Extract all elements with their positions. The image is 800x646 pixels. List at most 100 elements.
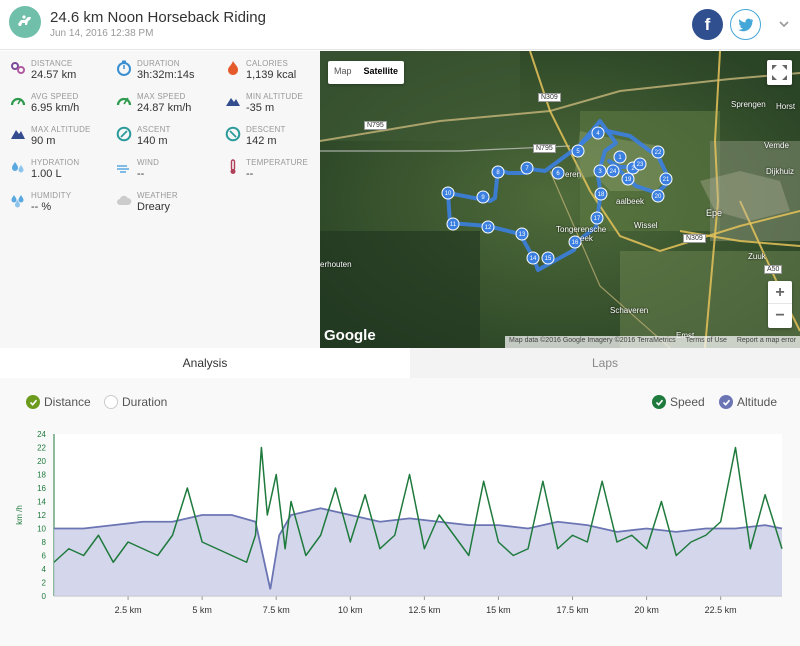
svg-text:17: 17 <box>594 216 601 222</box>
waypoint-marker[interactable]: 22 <box>651 145 665 159</box>
radio-empty-icon <box>104 395 118 409</box>
map-type-satellite-button[interactable]: Satellite <box>358 61 405 84</box>
cloud-icon <box>117 195 132 205</box>
svg-text:20: 20 <box>655 194 662 200</box>
wind-icon <box>117 165 129 173</box>
place-label: Dijkhuiz <box>766 167 795 176</box>
y-tick-label: 20 <box>37 457 46 466</box>
place-label: Schaveren <box>610 306 649 315</box>
road-label: A50 <box>764 265 783 274</box>
waypoint-marker[interactable]: 14 <box>526 251 540 265</box>
x-tick-label: 7.5 km <box>263 605 290 615</box>
waypoint-marker[interactable]: 5 <box>571 144 585 158</box>
zoom-in-button[interactable]: + <box>768 281 792 304</box>
waypoint-marker[interactable]: 9 <box>476 190 490 204</box>
stat-descent: Descent 142 m <box>225 125 325 155</box>
chevron-down-icon[interactable] <box>778 18 790 30</box>
route-map[interactable]: 1 2 3 4 5 6 7 8 9 10 11 12 13 14 15 16 1… <box>320 51 800 348</box>
speed-series-toggle[interactable]: Speed <box>652 395 705 409</box>
speedometer-icon <box>10 97 26 106</box>
stat-duration: Duration 3h:32m:14s <box>116 59 216 89</box>
x-tick-label: 12.5 km <box>408 605 440 615</box>
y-tick-label: 4 <box>42 565 47 574</box>
waypoint-marker[interactable]: 6 <box>551 166 565 180</box>
checkmark-icon <box>652 395 666 409</box>
checkmark-icon <box>719 395 733 409</box>
altitude-series-toggle[interactable]: Altitude <box>719 395 777 409</box>
waypoint-marker[interactable]: 18 <box>594 187 608 201</box>
speed-altitude-chart[interactable]: 024681012141618202224km /h2.5 km 5 km 7.5 … <box>0 426 800 636</box>
road-label: N309 <box>538 93 561 102</box>
x-mode-duration-toggle[interactable]: Duration <box>104 395 167 409</box>
road-label: N795 <box>364 121 387 130</box>
ascent-icon <box>116 126 132 142</box>
zoom-out-button[interactable]: − <box>768 304 792 327</box>
stat-calories: Calories 1,139 kcal <box>225 59 325 89</box>
place-label: Vemde <box>764 141 789 150</box>
report-map-error-link[interactable]: Report a map error <box>737 337 796 347</box>
waypoint-marker[interactable]: 12 <box>481 220 495 234</box>
analysis-tabs: Analysis Laps <box>0 348 800 378</box>
analysis-panel: Distance Duration Speed Altitude 0 2 4 6 8 10… <box>0 378 800 646</box>
waypoint-marker[interactable]: 21 <box>659 172 673 186</box>
map-type-map-button[interactable]: Map <box>328 61 358 84</box>
fullscreen-icon <box>772 65 787 80</box>
waypoint-marker[interactable]: 19 <box>621 172 635 186</box>
descent-icon <box>225 126 241 142</box>
facebook-share-button[interactable]: f <box>692 9 723 40</box>
svg-text:10: 10 <box>445 191 452 197</box>
mountain-icon <box>226 98 240 106</box>
x-mode-distance-toggle[interactable]: Distance <box>26 395 91 409</box>
road-label: N795 <box>533 144 556 153</box>
place-label: Wissel <box>634 221 658 230</box>
svg-text:22: 22 <box>655 150 662 156</box>
stat-avg-speed: Avg Speed 6.95 km/h <box>10 92 110 122</box>
activity-date: Jun 14, 2016 12:38 PM <box>50 28 154 39</box>
waypoint-marker[interactable]: 1 <box>613 150 627 164</box>
speedometer-icon <box>116 97 132 106</box>
waypoint-marker[interactable]: 13 <box>515 227 529 241</box>
x-tick-label: 15 km <box>486 605 511 615</box>
activity-header: 24.6 km Noon Horseback Riding Jun 14, 20… <box>0 0 800 50</box>
stat-wind: Wind -- <box>116 158 216 188</box>
y-tick-label: 18 <box>37 471 46 480</box>
twitter-icon <box>737 18 753 31</box>
waypoint-marker[interactable]: 17 <box>590 211 604 225</box>
terms-of-use-link[interactable]: Terms of Use <box>686 337 727 347</box>
y-tick-label: 8 <box>42 538 47 547</box>
horseback-riding-icon <box>9 6 41 38</box>
waypoint-marker[interactable]: 20 <box>651 189 665 203</box>
stat-temperature: Temperature -- <box>225 158 325 188</box>
humidity-icon <box>11 195 24 208</box>
twitter-share-button[interactable] <box>730 9 761 40</box>
waypoint-marker[interactable]: 24 <box>606 164 620 178</box>
waypoint-marker[interactable]: 23 <box>633 157 647 171</box>
waypoint-marker[interactable]: 10 <box>441 186 455 200</box>
waypoint-marker[interactable]: 4 <box>591 126 605 140</box>
waypoint-marker[interactable]: 3 <box>593 164 607 178</box>
waypoint-marker[interactable]: 7 <box>520 161 534 175</box>
svg-text:15: 15 <box>545 256 552 262</box>
fullscreen-button[interactable] <box>767 60 792 85</box>
svg-text:11: 11 <box>450 222 457 228</box>
y-tick-label: 6 <box>42 552 47 561</box>
tab-laps[interactable]: Laps <box>410 348 800 378</box>
stat-distance: Distance 24.57 km <box>10 59 110 89</box>
svg-text:16: 16 <box>572 240 579 246</box>
stopwatch-icon <box>117 60 131 76</box>
y-tick-label: 2 <box>42 579 47 588</box>
waypoint-marker[interactable]: 15 <box>541 251 555 265</box>
tab-analysis[interactable]: Analysis <box>0 348 410 378</box>
waypoint-marker[interactable]: 8 <box>491 165 505 179</box>
svg-text:13: 13 <box>519 232 526 238</box>
svg-text:21: 21 <box>663 177 670 183</box>
stat-humidity: Humidity -- % <box>10 191 110 221</box>
stat-min-altitude: Min Altitude -35 m <box>225 92 325 122</box>
stat-ascent: Ascent 140 m <box>116 125 216 155</box>
place-label: eek <box>580 234 593 243</box>
place-label: Tongerensche <box>556 225 607 234</box>
stat-hydration: Hydration 1.00 L <box>10 158 110 188</box>
y-tick-label: 16 <box>37 484 46 493</box>
svg-text:14: 14 <box>530 256 537 262</box>
waypoint-marker[interactable]: 11 <box>446 217 460 231</box>
